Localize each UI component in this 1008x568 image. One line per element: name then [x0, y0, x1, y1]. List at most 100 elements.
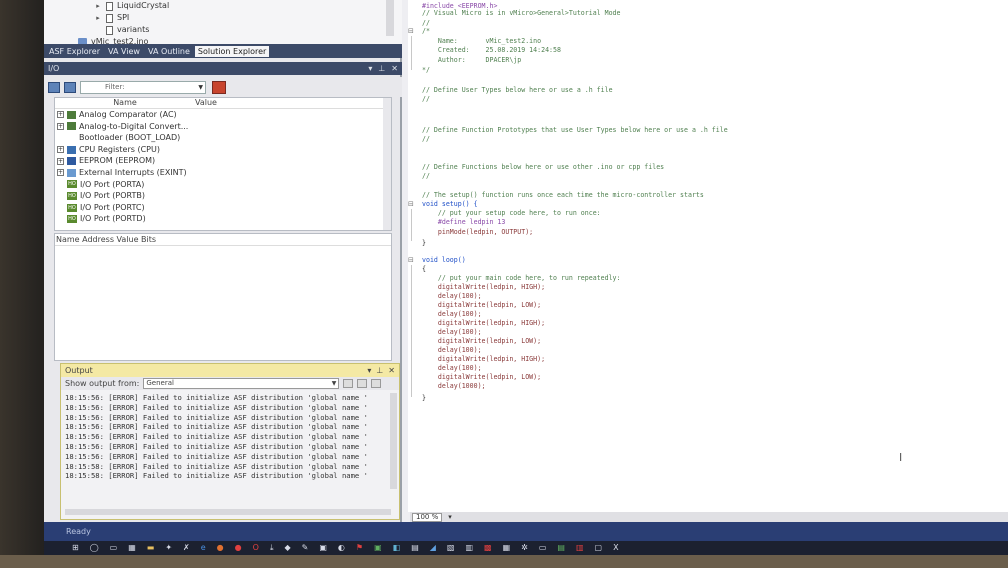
chevron-down-icon[interactable]: ▾ — [448, 513, 452, 521]
edge-icon[interactable]: e — [201, 544, 206, 552]
expand-icon[interactable]: + — [57, 169, 64, 177]
output-source-select[interactable]: General ▼ — [143, 378, 340, 389]
dropdown-icon[interactable]: ▾ — [367, 366, 371, 375]
expand-arrow-icon[interactable]: ▸ — [94, 12, 102, 24]
pin-icon[interactable]: ⊥ — [378, 64, 385, 73]
io-tree-row[interactable]: + External Interrupts (EXINT) — [55, 167, 391, 179]
code-line[interactable]: } — [422, 239, 426, 247]
code-line[interactable]: digitalWrite(ledpin, HIGH); — [422, 283, 545, 291]
tab-solution-explorer[interactable]: Solution Explorer — [194, 45, 270, 57]
code-line[interactable]: digitalWrite(ledpin, LOW); — [422, 337, 541, 345]
code-line[interactable]: // — [422, 135, 430, 143]
code-line[interactable]: #define ledpin 13 — [422, 218, 506, 226]
io-tree-row[interactable]: + Analog Comparator (AC) — [55, 109, 391, 121]
chevron-down-icon[interactable]: ▼ — [198, 82, 203, 93]
code-line[interactable]: } — [422, 394, 426, 402]
settings-icon[interactable]: ✦ — [165, 544, 172, 552]
code-line[interactable]: // Visual Micro is in vMicro>General>Tut… — [422, 9, 621, 17]
code-line[interactable]: delay(100); — [422, 292, 482, 300]
output-log[interactable]: 18:15:56: [ERROR] Failed to initialize A… — [65, 393, 391, 481]
code-line[interactable]: void loop() — [422, 256, 466, 264]
io-tree-row[interactable]: Bootloader (BOOT_LOAD) — [55, 132, 391, 144]
fold-icon[interactable]: ⊟ — [408, 27, 414, 35]
expand-icon[interactable]: + — [57, 122, 64, 130]
io-tree-row[interactable]: HO I/O Port (PORTD) — [55, 213, 391, 225]
paint-icon[interactable]: ◐ — [338, 544, 345, 552]
pin-icon[interactable]: ✎ — [302, 544, 309, 552]
solution-scrollbar[interactable] — [386, 0, 394, 36]
output-hscrollbar[interactable] — [65, 509, 391, 515]
flag-icon[interactable]: ⚑ — [356, 544, 363, 552]
monitor-icon[interactable]: ▭ — [539, 544, 547, 552]
io-tree-row[interactable]: + EEPROM (EEPROM) — [55, 155, 391, 167]
code-line[interactable]: // put your main code here, to run repea… — [422, 274, 621, 282]
code-line[interactable]: Author: DPACER\jp — [422, 56, 521, 64]
io-tree-row[interactable]: HO I/O Port (PORTA) — [55, 179, 391, 191]
edit-icon[interactable] — [212, 80, 226, 94]
code-line[interactable]: /* — [422, 27, 430, 35]
app3-icon[interactable]: ▤ — [411, 544, 419, 552]
code-line[interactable]: // put your setup code here, to run once… — [422, 209, 601, 217]
code-line[interactable]: Name: vMic_test2.ino — [422, 37, 541, 45]
code-line[interactable]: // — [422, 95, 430, 103]
code-editor[interactable]: #include <EEPROM.h>// Visual Micro is in… — [408, 0, 1008, 512]
output-vscrollbar[interactable] — [390, 393, 397, 489]
zoom-level[interactable]: 100 % — [412, 512, 443, 522]
code-line[interactable]: digitalWrite(ledpin, LOW); — [422, 301, 541, 309]
tree-item[interactable]: ▸ SPI — [44, 12, 402, 24]
find-message-icon[interactable] — [343, 379, 354, 388]
app-icon[interactable]: ◆ — [284, 544, 290, 552]
tree-item[interactable]: variants — [44, 24, 402, 36]
clear-all-icon[interactable] — [357, 379, 368, 388]
code-line[interactable]: pinMode(ledpin, OUTPUT); — [422, 228, 533, 236]
search-icon[interactable]: ◯ — [90, 544, 99, 552]
expand-icon[interactable]: + — [57, 157, 64, 165]
code-line[interactable]: digitalWrite(ledpin, LOW); — [422, 373, 541, 381]
code-line[interactable]: // Define Function Prototypes that use U… — [422, 126, 728, 134]
code-line[interactable]: // — [422, 19, 430, 27]
close-x-icon[interactable]: X — [613, 544, 618, 552]
code-line[interactable]: // Define Functions below here or use ot… — [422, 163, 664, 171]
firefox-icon[interactable]: ● — [217, 544, 224, 552]
ide-icon[interactable]: ◧ — [393, 544, 401, 552]
chevron-down-icon[interactable]: ▼ — [332, 379, 337, 388]
tab-asf-explorer[interactable]: ASF Explorer — [46, 46, 103, 57]
fold-icon[interactable]: ⊟ — [408, 256, 414, 264]
app2-icon[interactable]: ▣ — [319, 544, 327, 552]
tab-va-outline[interactable]: VA Outline — [145, 46, 193, 57]
gear-icon[interactable]: ✲ — [521, 544, 528, 552]
expand-icon[interactable]: + — [57, 111, 64, 119]
grid-icon[interactable]: ▦ — [503, 544, 511, 552]
code-line[interactable]: digitalWrite(ledpin, HIGH); — [422, 355, 545, 363]
io-tree-row[interactable]: + CPU Registers (CPU) — [55, 144, 391, 156]
expand-arrow-icon[interactable]: ▸ — [94, 0, 102, 12]
expand-icon[interactable]: + — [57, 146, 64, 154]
tab-va-view[interactable]: VA View — [105, 46, 143, 57]
code-line[interactable]: delay(1000); — [422, 382, 486, 390]
app10-icon[interactable]: ▢ — [595, 544, 603, 552]
app5-icon[interactable]: ▧ — [447, 544, 455, 552]
app7-icon[interactable]: ▩ — [484, 544, 492, 552]
io-grid-scrollbar[interactable] — [383, 98, 391, 230]
col-name[interactable]: Name — [55, 98, 195, 108]
close-icon[interactable]: ✕ — [391, 64, 398, 73]
calculator-icon[interactable]: ▦ — [128, 544, 136, 552]
close-icon[interactable]: ✕ — [388, 366, 395, 375]
filter-input[interactable]: Filter: ▼ — [80, 80, 206, 94]
fold-icon[interactable]: ⊟ — [408, 200, 414, 208]
col-value[interactable]: Value — [195, 98, 255, 108]
file-explorer-icon[interactable]: ▬ — [147, 544, 155, 552]
app6-icon[interactable]: ▥ — [465, 544, 473, 552]
code-line[interactable]: delay(100); — [422, 346, 482, 354]
io-tree-row[interactable]: + Analog-to-Digital Convert... — [55, 121, 391, 133]
image-icon[interactable]: ▣ — [374, 544, 382, 552]
code-line[interactable]: // Define User Types below here or use a… — [422, 86, 613, 94]
code-line[interactable]: // — [422, 172, 430, 180]
expand-all-icon[interactable] — [64, 81, 76, 93]
code-line[interactable]: digitalWrite(ledpin, HIGH); — [422, 319, 545, 327]
app9-icon[interactable]: ▥ — [576, 544, 584, 552]
code-line[interactable]: delay(100); — [422, 364, 482, 372]
code-line[interactable]: Created: 25.08.2019 14:24:58 — [422, 46, 561, 54]
pin-icon[interactable]: ⊥ — [376, 366, 383, 375]
code-line[interactable]: void setup() { — [422, 200, 478, 208]
